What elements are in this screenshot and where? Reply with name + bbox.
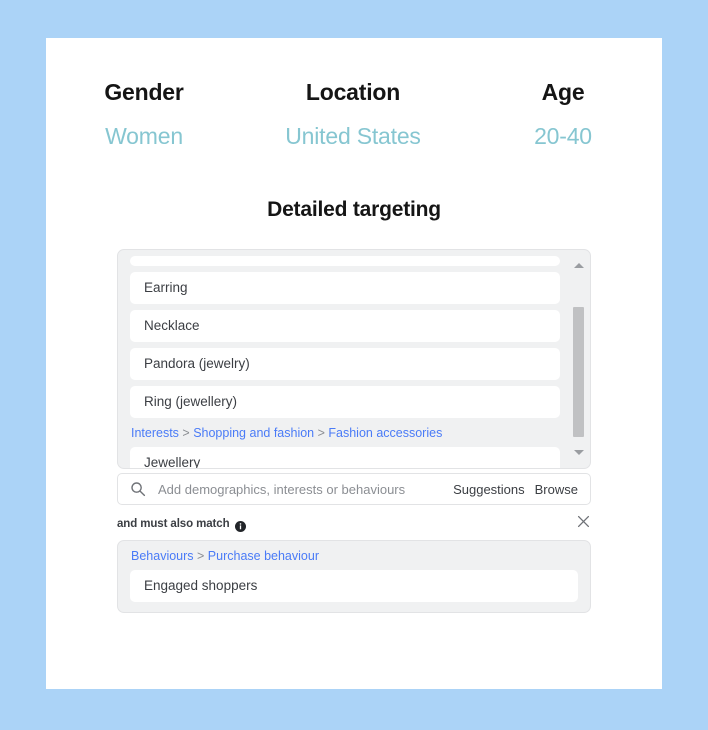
suggestions-link[interactable]: Suggestions <box>453 482 525 497</box>
summary-label-age: Age <box>541 79 585 105</box>
targeting-list[interactable]: Earring Necklace Pandora (jewelry) Ring … <box>117 249 591 469</box>
breadcrumb: Interests > Shopping and fashion > Fashi… <box>131 426 443 440</box>
page-title: Detailed targeting <box>267 198 441 221</box>
must-also-match-list[interactable]: Behaviours > Purchase behaviour Engaged … <box>117 540 591 613</box>
search-input[interactable] <box>158 481 444 497</box>
targeting-list-rows: Earring Necklace Pandora (jewelry) Ring … <box>130 256 560 468</box>
scrollbar[interactable] <box>572 255 585 463</box>
triangle-up-icon[interactable] <box>573 260 584 271</box>
summary-column-gender: Gender Women <box>46 78 242 150</box>
summary-column-location: Location United States <box>242 78 464 150</box>
scrollbar-thumb[interactable] <box>573 307 584 437</box>
screen: Gender Women Location United States Age … <box>0 0 708 730</box>
targeting-card: Gender Women Location United States Age … <box>46 38 662 689</box>
list-item[interactable]: Pandora (jewelry) <box>130 348 560 380</box>
browse-link[interactable]: Browse <box>535 482 578 497</box>
list-item-partial[interactable] <box>130 256 560 266</box>
detailed-targeting-panel: Earring Necklace Pandora (jewelry) Ring … <box>117 249 591 613</box>
summary-column-age: Age 20-40 <box>464 78 662 150</box>
summary-value-age: 20-40 <box>534 123 592 149</box>
audience-summary: Gender Women Location United States Age … <box>46 78 662 150</box>
summary-value-gender: Women <box>105 123 183 149</box>
info-icon[interactable] <box>234 519 246 532</box>
summary-label-location: Location <box>305 79 401 105</box>
summary-value-location: United States <box>285 123 421 149</box>
search-icon <box>130 481 146 497</box>
list-item[interactable]: Engaged shoppers <box>130 570 578 602</box>
breadcrumb: Behaviours > Purchase behaviour <box>131 549 319 563</box>
list-item[interactable]: Earring <box>130 272 560 304</box>
close-icon[interactable] <box>576 514 591 529</box>
list-item[interactable]: Necklace <box>130 310 560 342</box>
must-also-match-header: and must also match <box>117 515 591 533</box>
search-bar[interactable]: Suggestions Browse <box>117 473 591 505</box>
must-also-match-label: and must also match <box>117 518 230 530</box>
list-item[interactable]: Ring (jewellery) <box>130 386 560 418</box>
list-item[interactable]: Jewellery <box>130 447 560 468</box>
summary-label-gender: Gender <box>104 79 184 105</box>
triangle-down-icon[interactable] <box>573 447 584 458</box>
search-actions: Suggestions Browse <box>453 482 578 497</box>
